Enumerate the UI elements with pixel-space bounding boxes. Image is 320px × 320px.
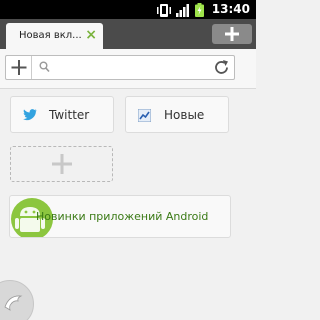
- trending-chart-icon: [138, 109, 151, 122]
- plus-icon: [52, 154, 72, 174]
- dolphin-icon: [4, 295, 23, 311]
- promo-label: Новинки приложений Android: [36, 210, 209, 223]
- browser-toolbar: [0, 49, 256, 89]
- speed-dial-tile-twitter[interactable]: Twitter: [10, 96, 114, 133]
- status-bar: 13:40: [0, 0, 256, 19]
- new-tab-button[interactable]: [212, 24, 252, 44]
- tab-new-tab[interactable]: Новая вкл... ×: [6, 23, 103, 49]
- url-bar[interactable]: [5, 55, 235, 80]
- close-tab-icon[interactable]: ×: [85, 27, 97, 43]
- promo-android-apps[interactable]: Новинки приложений Android: [9, 195, 231, 238]
- tile-label: Новые: [164, 108, 205, 122]
- speed-dial-page: Twitter Новые Новинки приложений Android: [0, 90, 256, 320]
- vibrate-icon: [157, 3, 171, 17]
- tile-label: Twitter: [49, 108, 90, 122]
- quick-controls-button[interactable]: [0, 280, 34, 320]
- status-icons: [157, 3, 204, 17]
- battery-charging-icon: [195, 3, 204, 17]
- url-input[interactable]: [52, 59, 202, 76]
- speed-dial-tile-news[interactable]: Новые: [125, 96, 229, 133]
- plus-icon: [225, 27, 239, 41]
- reload-icon[interactable]: [212, 58, 231, 77]
- status-time: 13:40: [211, 2, 250, 16]
- plus-icon: [11, 60, 27, 75]
- twitter-bird-icon: [23, 109, 37, 121]
- signal-icon: [176, 3, 189, 17]
- tab-title: Новая вкл...: [19, 30, 82, 41]
- tab-strip: Новая вкл... ×: [0, 19, 256, 49]
- bookmark-add-button[interactable]: [6, 56, 32, 79]
- search-icon: [39, 61, 50, 73]
- add-speed-dial-button[interactable]: [10, 146, 113, 182]
